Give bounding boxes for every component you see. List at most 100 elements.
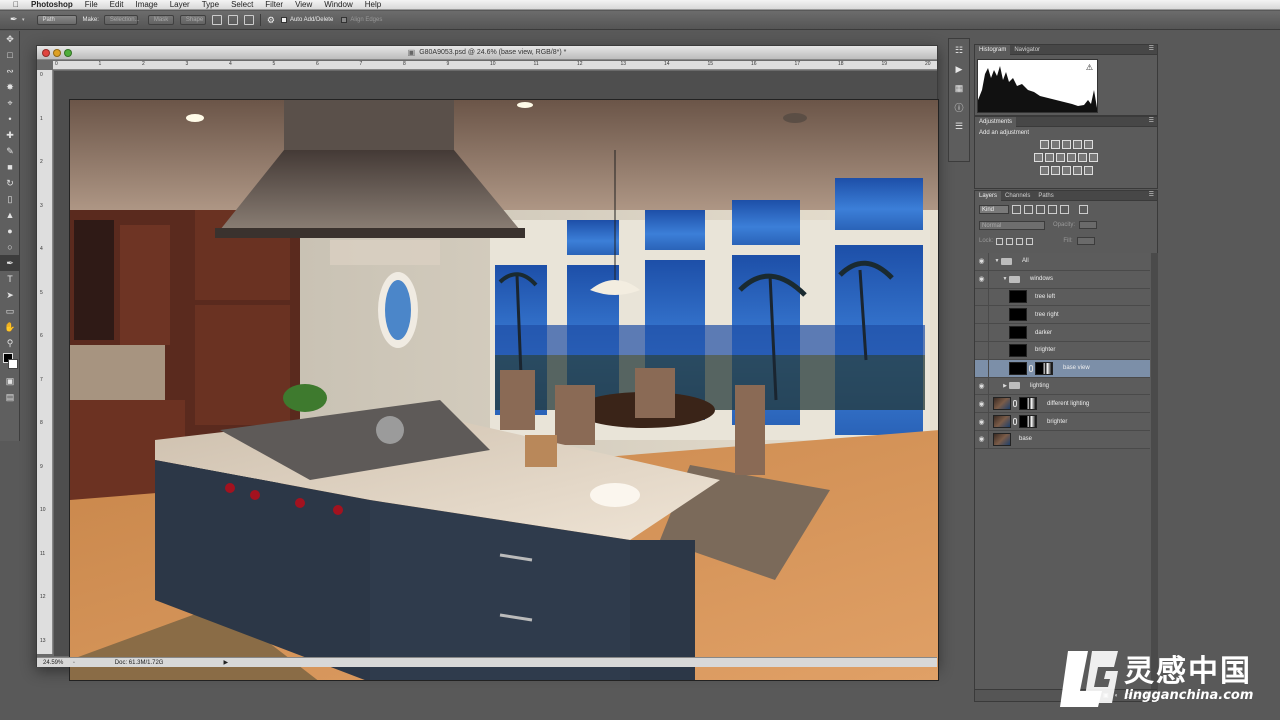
layer-thumbnail[interactable] [1009,343,1027,357]
crop-tool-icon[interactable]: ⌖ [0,95,20,111]
background-color-swatch[interactable] [8,359,18,369]
posterize-icon[interactable] [1050,166,1060,175]
layer-thumbnail[interactable] [993,432,1011,446]
filter-toggle-icon[interactable] [1079,204,1088,214]
disclosure-open-icon[interactable]: ▼ [1001,276,1009,282]
history-brush-tool-icon[interactable]: ↻ [0,175,20,191]
gear-icon[interactable]: ⚙ [267,15,275,26]
visibility-eye-icon[interactable]: ◉ [975,341,989,359]
panel-menu-icon[interactable]: ☰ [1149,45,1154,52]
lock-position-icon[interactable] [1016,237,1024,245]
ruler-horizontal[interactable]: 0 1 2 3 4 5 6 7 8 9 10 11 12 13 14 15 16 17 18 19 20 [53,61,937,70]
fill-field[interactable] [1076,237,1095,245]
image-canvas[interactable] [69,99,939,681]
layer-mask-thumbnail[interactable] [1019,415,1037,429]
disclosure-open-icon[interactable]: ▼ [993,258,1001,264]
layer-thumbnail[interactable] [1009,326,1027,340]
tab-histogram[interactable]: Histogram [975,44,1011,55]
lasso-tool-icon[interactable]: ∾ [0,63,20,79]
blur-tool-icon[interactable]: ● [0,223,20,239]
history-panel-icon[interactable]: ☷ [949,42,969,58]
gradient-map-icon[interactable] [1072,166,1082,175]
invert-icon[interactable] [1039,166,1049,175]
type-tool-icon[interactable]: T [0,271,20,287]
eraser-tool-icon[interactable]: ▯ [0,191,20,207]
adjustment-filter-icon[interactable] [1024,204,1033,214]
layer-row[interactable]: ◉ base [975,430,1150,449]
curves-icon[interactable] [1061,140,1071,149]
healing-brush-tool-icon[interactable]: ✚ [0,127,20,143]
visibility-eye-icon[interactable]: ◉ [975,377,989,395]
layer-row[interactable]: ◉ brighter [975,341,1150,360]
layer-thumbnail[interactable] [993,397,1011,411]
visibility-eye-icon[interactable]: ◉ [975,413,989,431]
layer-kind-filter[interactable]: Kind [979,204,1009,214]
levels-icon[interactable] [1050,140,1060,149]
disclosure-closed-icon[interactable]: ▶ [1001,383,1009,389]
layer-row[interactable]: ◉ base view [975,359,1150,378]
menu-type[interactable]: Type [202,0,219,9]
actions-panel-icon[interactable]: ▶ [949,61,969,77]
properties-panel-icon[interactable]: ☰ [949,118,969,134]
pen-tool-icon[interactable]: ✒ [0,255,20,271]
pixel-filter-icon[interactable] [1012,204,1021,214]
color-lookup-icon[interactable] [1089,153,1098,162]
tab-adjustments[interactable]: Adjustments [975,116,1017,127]
panel-menu-icon[interactable]: ☰ [1149,191,1154,198]
threshold-icon[interactable] [1061,166,1071,175]
panel-menu-icon[interactable]: ☰ [1149,117,1154,124]
paint-bucket-tool-icon[interactable]: ▲ [0,207,20,223]
screen-mode-icon[interactable]: ▤ [0,389,20,405]
close-window-button[interactable] [42,49,50,57]
tab-navigator[interactable]: Navigator [1010,45,1044,55]
menu-select[interactable]: Select [231,0,253,9]
visibility-eye-icon[interactable]: ◉ [975,395,989,413]
layer-group-row[interactable]: ◉ ▶ lighting [975,377,1150,396]
layer-row[interactable]: ◉ tree right [975,306,1150,325]
menu-image[interactable]: Image [135,0,157,9]
make-selection-button[interactable]: Selection... [103,15,140,25]
layer-row[interactable]: ◉ darker [975,324,1150,342]
minimize-window-button[interactable] [53,49,61,57]
layer-thumbnail[interactable] [1009,361,1027,375]
make-shape-button[interactable]: Shape [179,15,206,25]
path-selection-tool-icon[interactable]: ➤ [0,287,20,303]
visibility-eye-icon[interactable]: ◉ [975,306,989,324]
auto-add-delete-checkbox[interactable] [280,17,287,23]
mask-link-icon[interactable] [1013,400,1017,408]
path-alignment-icon[interactable] [227,15,238,25]
visibility-eye-icon[interactable]: ◉ [975,324,989,342]
lock-image-icon[interactable] [1006,237,1014,245]
menu-help[interactable]: Help [365,0,381,9]
quick-select-tool-icon[interactable]: ✸ [0,79,20,95]
menu-edit[interactable]: Edit [110,0,124,9]
move-tool-icon[interactable]: ✥ [0,31,20,47]
shape-filter-icon[interactable] [1048,204,1057,214]
photo-filter-icon[interactable] [1067,153,1076,162]
menu-view[interactable]: View [295,0,312,9]
type-filter-icon[interactable] [1036,204,1045,214]
layer-row[interactable]: ◉ tree left [975,288,1150,307]
blend-mode-select[interactable]: Normal [979,220,1045,230]
status-arrow-icon[interactable]: ▶ [223,659,228,666]
path-arrangement-icon[interactable] [243,15,254,25]
marquee-tool-icon[interactable]: □ [0,47,20,63]
layer-group-row[interactable]: ◉ ▼ All [975,252,1150,271]
menu-layer[interactable]: Layer [170,0,190,9]
layer-thumbnail[interactable] [1009,308,1027,322]
visibility-eye-icon[interactable]: ◉ [975,270,989,288]
hue-saturation-icon[interactable] [1034,153,1043,162]
layer-group-row[interactable]: ◉ ▼ windows [975,270,1150,289]
visibility-eye-icon[interactable]: ◉ [975,430,989,448]
lock-transparent-icon[interactable] [996,237,1004,245]
smart-object-filter-icon[interactable] [1060,204,1069,214]
layer-thumbnail[interactable] [993,415,1011,429]
color-balance-icon[interactable] [1045,153,1054,162]
dodge-tool-icon[interactable]: ○ [0,239,20,255]
layer-row[interactable]: ◉ brighter [975,413,1150,431]
ruler-vertical[interactable]: 0 1 2 3 4 5 6 7 8 9 10 11 12 13 [37,70,53,654]
layer-thumbnail[interactable] [1009,290,1027,304]
document-titlebar[interactable]: ▣ G80A9053.psd @ 24.6% (base view, RGB/8… [37,46,937,60]
zoom-tool-icon[interactable]: ⚲ [0,335,20,351]
lock-all-icon[interactable] [1026,237,1034,245]
